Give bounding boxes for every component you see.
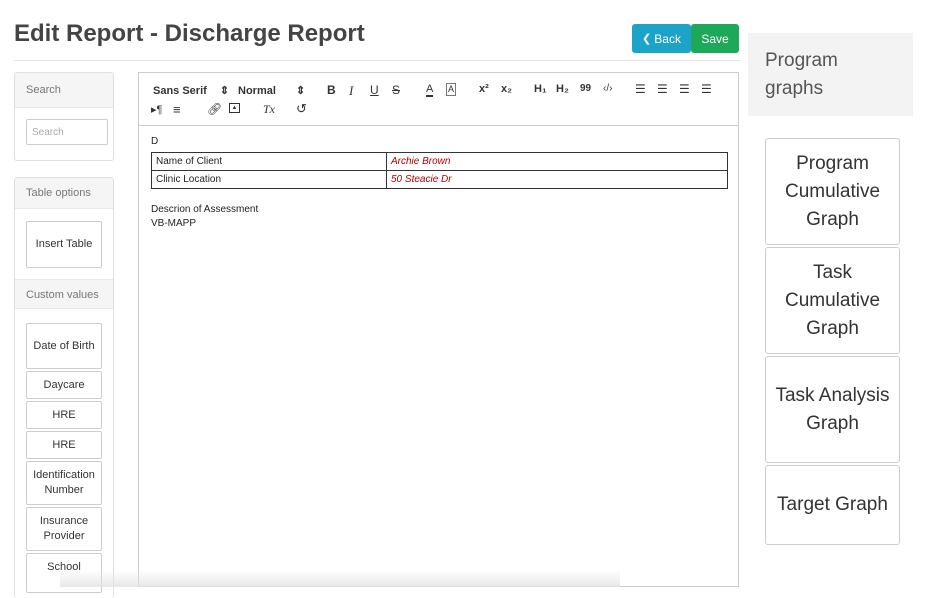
image-icon[interactable]: ▲ [229,103,240,113]
table-row: Clinic Location 50 Steacie Dr [151,170,728,189]
custom-value-insurance-provider[interactable]: Insurance Provider [26,507,102,551]
back-button[interactable]: ❮ Back [632,24,691,53]
text-direction-icon[interactable]: ▸¶ [151,103,162,116]
chevron-left-icon: ❮ [642,33,652,45]
size-select[interactable]: Normal ⇕ [238,84,305,97]
custom-value-date-of-birth[interactable]: Date of Birth [26,323,102,369]
rich-text-editor: Sans Serif ⇕ Normal ⇕ B I U S A A x² x₂ … [138,72,739,587]
link-icon[interactable]: 🔗︎ [207,102,222,116]
custom-value-identification-number[interactable]: Identification Number [26,461,102,505]
bullet-list-icon[interactable]: ☰ [657,82,668,96]
table-row: Name of Client Archie Brown [151,152,728,171]
title-divider [14,60,740,61]
font-dropdown-icon: ⇕ [219,85,230,97]
align-icon[interactable]: ≡ [173,102,181,117]
background-color-icon[interactable]: A [446,83,457,96]
doc-first-line: D [151,136,159,147]
back-label: Back [654,31,681,46]
table-cell-value: Archie Brown [386,152,728,171]
custom-value-hre[interactable]: HRE [26,401,102,429]
text-color-icon[interactable]: A [426,83,434,97]
page-title: Edit Report - Discharge Report [14,20,365,47]
blockquote-icon[interactable]: 99 [580,83,591,94]
save-button[interactable]: Save [691,24,739,53]
heading1-icon[interactable]: H₁ [534,83,547,95]
table-cell-label: Name of Client [151,152,387,171]
size-value: Normal [238,85,276,97]
left-panel: Search Table options Insert Table Custom… [14,72,114,598]
undo-icon[interactable]: ↺ [296,101,307,117]
code-icon[interactable]: ‹/› [603,83,612,94]
editor-toolbar: Sans Serif ⇕ Normal ⇕ B I U S A A x² x₂ … [139,73,738,126]
heading2-icon[interactable]: H₂ [556,83,569,95]
options-panel: Table options Insert Table Custom values… [14,177,114,598]
subscript-icon[interactable]: x₂ [501,83,512,95]
program-cumulative-graph-button[interactable]: Program Cumulative Graph [765,138,900,245]
underline-icon[interactable]: U [370,83,379,97]
scroll-shadow [60,570,620,587]
clear-format-icon[interactable]: Tx [263,102,275,117]
custom-value-hre-2[interactable]: HRE [26,431,102,459]
insert-table-button[interactable]: Insert Table [26,221,102,268]
client-info-table: Name of Client Archie Brown Clinic Locat… [151,152,728,189]
task-cumulative-graph-button[interactable]: Task Cumulative Graph [765,247,900,354]
target-graph-button[interactable]: Target Graph [765,465,900,545]
size-dropdown-icon: ⇕ [295,85,306,97]
custom-value-daycare[interactable]: Daycare [26,371,102,399]
search-panel: Search [14,72,114,161]
search-header: Search [15,73,113,108]
italic-icon[interactable]: I [349,83,353,99]
superscript-icon[interactable]: x² [479,83,489,95]
doc-line: VB-MAPP [151,218,197,229]
ordered-list-icon[interactable]: ☰ [635,82,646,96]
table-cell-label: Clinic Location [151,170,387,189]
indent-icon[interactable]: ☰ [701,82,712,96]
custom-values-header: Custom values [15,279,113,309]
font-value: Sans Serif [153,85,207,97]
search-input[interactable] [26,119,108,145]
task-analysis-graph-button[interactable]: Task Analysis Graph [765,356,900,463]
font-select[interactable]: Sans Serif ⇕ [153,84,229,97]
outdent-icon[interactable]: ☰ [679,82,690,96]
document-body[interactable]: D Name of Client Archie Brown Clinic Loc… [151,135,728,231]
bold-icon[interactable]: B [327,83,336,97]
table-options-header: Table options [15,178,113,209]
table-cell-value: 50 Steacie Dr [386,170,728,189]
program-graphs-header: Program graphs [748,33,913,116]
doc-line: Descrion of Assessment [151,204,259,215]
strikethrough-icon[interactable]: S [392,83,400,97]
